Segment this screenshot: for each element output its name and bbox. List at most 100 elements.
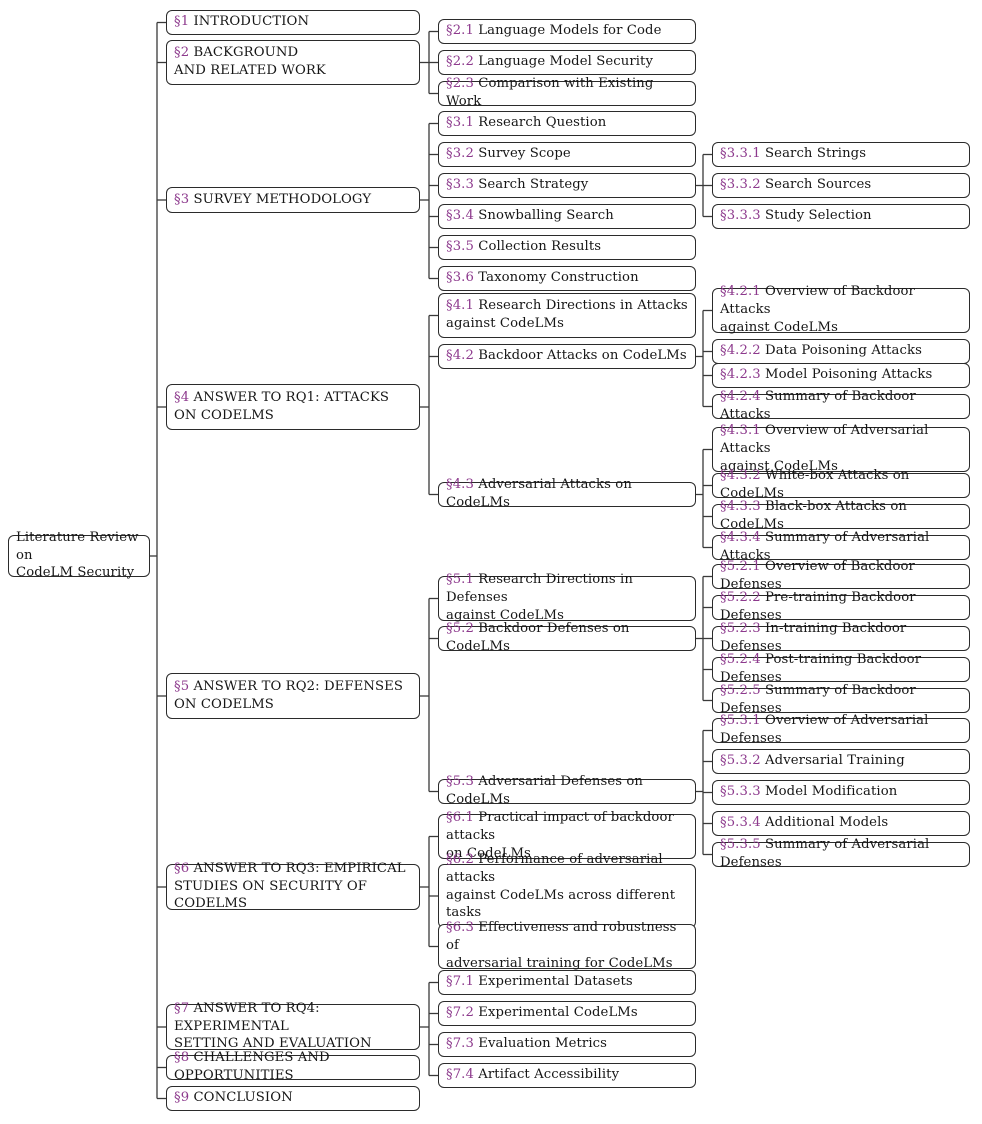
section-number: §3.3.1 [720,146,761,162]
section-number: §3.4 [446,208,474,224]
section-number: §3.2 [446,146,474,162]
level1-node-1[interactable]: §1 INTRODUCTION [166,10,420,35]
level3-node-15[interactable]: §5.2.4 Post-training Backdoor Defenses [712,652,970,685]
section-number: §5.3.2 [720,753,761,769]
section-number: §5.2.1 [720,559,761,575]
level2-node-12[interactable]: §4.3 Adversarial Attacks on CodeLMs [438,477,696,510]
level1-node-6[interactable]: §6 ANSWER TO RQ3: EMPIRICAL STUDIES ON S… [166,860,420,911]
level3-node-6[interactable]: §4.2.3 Model Poisoning Attacks [712,363,970,388]
level2-node-19[interactable]: §7.1 Experimental Datasets [438,970,696,995]
section-number: §4.2.1 [720,284,761,300]
node-label: CHALLENGES AND OPPORTUNITIES [174,1050,330,1083]
node-label: Adversarial Attacks on CodeLMs [446,477,632,510]
section-number: §4.2.2 [720,343,761,359]
section-number: §2 [174,45,190,61]
section-number: §4.3.1 [720,423,761,439]
level2-node-17[interactable]: §6.2 Performance of adversarial attacks … [438,852,696,938]
level3-node-2[interactable]: §3.3.2 Search Sources [712,173,970,198]
section-number: §7.3 [446,1036,474,1052]
node-label: Literature Review on CodeLM Security [16,529,139,581]
level1-node-2[interactable]: §2 BACKGROUND AND RELATED WORK [166,40,420,85]
root-node[interactable]: Literature Review on CodeLM Security [8,530,150,580]
level2-node-5[interactable]: §3.2 Survey Scope [438,142,696,167]
node-label: Research Directions in Defenses against … [446,572,633,623]
level3-node-17[interactable]: §5.3.1 Overview of Adversarial Defenses [712,713,970,746]
level1-node-8[interactable]: §8 CHALLENGES AND OPPORTUNITIES [166,1050,420,1083]
level2-node-6[interactable]: §3.3 Search Strategy [438,173,696,198]
level3-node-7[interactable]: §4.2.4 Summary of Backdoor Attacks [712,389,970,422]
node-label: Adversarial Training [760,753,905,769]
node-label: Experimental Datasets [473,974,633,990]
level3-node-8[interactable]: §4.3.1 Overview of Adversarial Attacks a… [712,423,970,474]
level1-node-7[interactable]: §7 ANSWER TO RQ4: EXPERIMENTAL SETTING A… [166,1001,420,1051]
node-label: Artifact Accessibility [473,1067,620,1083]
node-label: Adversarial Defenses on CodeLMs [446,774,644,807]
section-number: §3.5 [446,239,474,255]
node-label: Taxonomy Construction [473,270,639,286]
level2-node-18[interactable]: §6.3 Effectiveness and robustness of adv… [438,920,696,971]
level3-node-13[interactable]: §5.2.2 Pre-training Backdoor Defenses [712,590,970,623]
level2-node-4[interactable]: §3.1 Research Question [438,111,696,136]
section-number: §5.3.4 [720,815,761,831]
section-number: §5.3.1 [720,713,761,729]
section-number: §5.1 [446,572,474,588]
section-number: §4.3 [446,477,474,493]
level2-node-9[interactable]: §3.6 Taxonomy Construction [438,266,696,291]
section-number: §5.2.4 [720,652,761,668]
node-label: CONCLUSION [189,1090,293,1106]
level1-node-4[interactable]: §4 ANSWER TO RQ1: ATTACKS ON CODELMS [166,384,420,430]
level2-node-20[interactable]: §7.2 Experimental CodeLMs [438,1001,696,1026]
section-number: §6.3 [446,920,474,936]
section-number: §5 [174,678,190,694]
level1-node-5[interactable]: §5 ANSWER TO RQ2: DEFENSES ON CODELMS [166,673,420,719]
node-label: Search Strings [760,146,867,162]
node-label: Search Sources [760,177,872,193]
level2-node-7[interactable]: §3.4 Snowballing Search [438,204,696,229]
section-number: §6.1 [446,810,474,826]
node-label: Survey Scope [473,146,571,162]
node-label: INTRODUCTION [189,14,310,30]
level2-node-1[interactable]: §2.1 Language Models for Code [438,19,696,44]
level3-node-19[interactable]: §5.3.3 Model Modification [712,780,970,805]
section-number: §3.3.2 [720,177,761,193]
section-number: §4.1 [446,298,474,314]
section-number: §7.1 [446,974,474,990]
level3-node-5[interactable]: §4.2.2 Data Poisoning Attacks [712,339,970,364]
level2-node-14[interactable]: §5.2 Backdoor Defenses on CodeLMs [438,621,696,654]
level3-node-10[interactable]: §4.3.3 Black-box Attacks on CodeLMs [712,499,970,532]
section-number: §3.1 [446,115,474,131]
node-label: Model Modification [760,784,898,800]
level2-node-22[interactable]: §7.4 Artifact Accessibility [438,1063,696,1088]
level3-node-3[interactable]: §3.3.3 Study Selection [712,204,970,229]
level3-node-16[interactable]: §5.2.5 Summary of Backdoor Defenses [712,683,970,716]
level3-node-20[interactable]: §5.3.4 Additional Models [712,811,970,836]
node-label: SURVEY METHODOLOGY [189,191,372,207]
level2-node-2[interactable]: §2.2 Language Model Security [438,50,696,75]
level1-node-9[interactable]: §9 CONCLUSION [166,1086,420,1111]
node-label: Additional Models [760,815,889,831]
level1-node-3[interactable]: §3 SURVEY METHODOLOGY [166,187,420,213]
section-number: §2.3 [446,76,474,92]
section-number: §6 [174,860,190,876]
level3-node-18[interactable]: §5.3.2 Adversarial Training [712,749,970,774]
mindmap-canvas: Literature Review on CodeLM Security §1 I… [0,0,982,1124]
section-number: §4.3.4 [720,530,761,546]
level3-node-9[interactable]: §4.3.2 White-box Attacks on CodeLMs [712,468,970,501]
level2-node-13[interactable]: §5.1 Research Directions in Defenses aga… [438,572,696,623]
level2-node-10[interactable]: §4.1 Research Directions in Attacks agai… [438,293,696,338]
level3-node-21[interactable]: §5.3.5 Summary of Adversarial Defenses [712,837,970,870]
level2-node-8[interactable]: §3.5 Collection Results [438,235,696,260]
section-number: §3 [174,191,190,207]
level2-node-3[interactable]: §2.3 Comparison with Existing Work [438,76,696,109]
level3-node-1[interactable]: §3.3.1 Search Strings [712,142,970,167]
level3-node-11[interactable]: §4.3.4 Summary of Adversarial Attacks [712,530,970,563]
section-number: §4.2.3 [720,367,761,383]
level2-node-15[interactable]: §5.3 Adversarial Defenses on CodeLMs [438,774,696,807]
level3-node-12[interactable]: §5.2.1 Overview of Backdoor Defenses [712,559,970,592]
level3-node-4[interactable]: §4.2.1 Overview of Backdoor Attacks agai… [712,284,970,335]
level2-node-11[interactable]: §4.2 Backdoor Attacks on CodeLMs [438,344,696,369]
node-label: Comparison with Existing Work [446,76,654,109]
section-number: §2.1 [446,23,474,39]
level2-node-21[interactable]: §7.3 Evaluation Metrics [438,1032,696,1057]
level3-node-14[interactable]: §5.2.3 In-training Backdoor Defenses [712,621,970,654]
